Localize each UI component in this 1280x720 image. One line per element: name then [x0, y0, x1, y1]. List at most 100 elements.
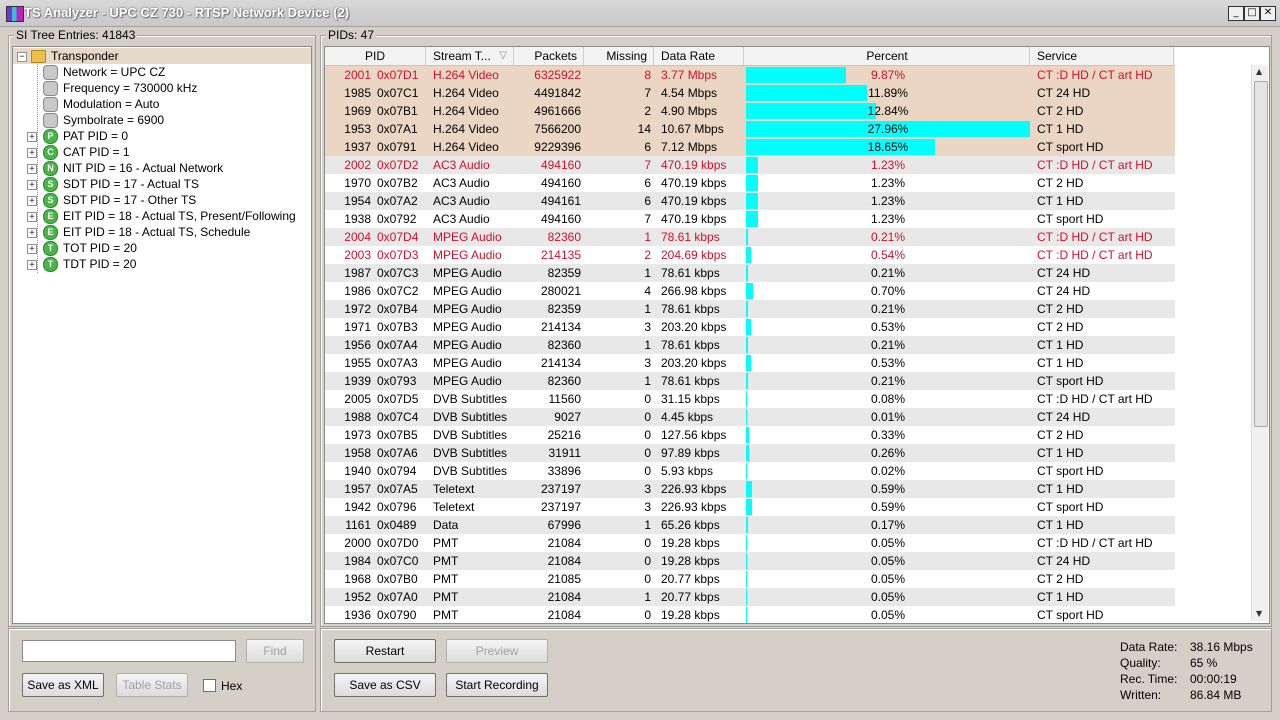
table-row[interactable]: 1969 0x07B1 H.264 Video 4961666 2 4.90 Mbps 12… — [325, 102, 1175, 120]
packets-cell: 21084 — [547, 554, 581, 568]
service-cell: CT 2 HD — [1037, 302, 1084, 316]
expand-toggle-icon[interactable]: + — [27, 132, 37, 142]
tree-node[interactable]: Frequency = 730000 kHz — [13, 80, 311, 96]
data-rate-cell: 78.61 kbps — [661, 338, 720, 352]
restart-button[interactable]: Restart — [334, 639, 436, 663]
table-row[interactable]: 1161 0x0489 Data 67996 1 65.26 kbps 0.17% CT 1 … — [325, 516, 1175, 534]
tree-node[interactable]: + T TOT PID = 20 — [13, 240, 311, 256]
table-row[interactable]: 1952 0x07A0 PMT 21084 1 20.77 kbps 0.05% CT 1 H… — [325, 588, 1175, 606]
column-header-service[interactable]: Service — [1031, 47, 1174, 65]
pid-cell: 1984 — [344, 554, 371, 568]
table-row[interactable]: 2002 0x07D2 AC3 Audio 494160 7 470.19 kbps 1.2… — [325, 156, 1175, 174]
expand-toggle-icon[interactable]: + — [27, 244, 37, 254]
column-header-missing[interactable]: Missing — [585, 47, 654, 65]
table-row[interactable]: 1984 0x07C0 PMT 21084 0 19.28 kbps 0.05% CT 24 … — [325, 552, 1175, 570]
search-input[interactable] — [22, 640, 236, 662]
service-cell: CT 1 HD — [1037, 482, 1084, 496]
table-row[interactable]: 2001 0x07D1 H.264 Video 6325922 8 3.77 Mbps 9.… — [325, 66, 1175, 84]
packets-cell: 494160 — [540, 176, 581, 190]
tree-node[interactable]: + S SDT PID = 17 - Other TS — [13, 192, 311, 208]
table-row[interactable]: 1987 0x07C3 MPEG Audio 82359 1 78.61 kbps 0.21… — [325, 264, 1175, 282]
column-header-percent[interactable]: Percent — [745, 47, 1030, 65]
maximize-button[interactable]: □ — [1244, 6, 1260, 21]
table-row[interactable]: 2000 0x07D0 PMT 21084 0 19.28 kbps 0.05% CT :D … — [325, 534, 1175, 552]
tree-node[interactable]: + E EIT PID = 18 - Actual TS, Schedule — [13, 224, 311, 240]
preview-button[interactable]: Preview — [446, 639, 548, 663]
data-rate-cell: 20.77 kbps — [661, 572, 720, 586]
column-header-packets[interactable]: Packets — [515, 47, 584, 65]
tree-node[interactable]: + C CAT PID = 1 — [13, 144, 311, 160]
expand-toggle-icon[interactable]: + — [27, 164, 37, 174]
expand-toggle-icon[interactable]: + — [27, 180, 37, 190]
table-row[interactable]: 1973 0x07B5 DVB Subtitles 25216 0 127.56 kbps… — [325, 426, 1175, 444]
table-row[interactable]: 1956 0x07A4 MPEG Audio 82360 1 78.61 kbps 0.21… — [325, 336, 1175, 354]
tree-node[interactable]: + T TDT PID = 20 — [13, 256, 311, 272]
tree-node[interactable]: + N NIT PID = 16 - Actual Network — [13, 160, 311, 176]
stream-type-cell: DVB Subtitles — [433, 392, 508, 406]
tree-node[interactable]: + E EIT PID = 18 - Actual TS, Present/Foll… — [13, 208, 311, 224]
column-header-pid[interactable]: PID — [325, 47, 426, 65]
tree-node[interactable]: Network = UPC CZ — [13, 64, 311, 80]
table-row[interactable]: 1939 0x0793 MPEG Audio 82360 1 78.61 kbps 0.21… — [325, 372, 1175, 390]
pid-table[interactable]: PID Stream T... ▽ Packets Missing Data Rate P… — [324, 46, 1270, 624]
tree-node[interactable]: Modulation = Auto — [13, 96, 311, 112]
si-tree[interactable]: − Transponder Network = UPC CZ Frequency = … — [12, 46, 312, 624]
data-rate-cell: 266.98 kbps — [661, 284, 727, 298]
tree-node[interactable]: Symbolrate = 6900 — [13, 112, 311, 128]
packets-cell: 214135 — [540, 248, 581, 262]
column-header-data-rate[interactable]: Data Rate — [655, 47, 744, 65]
table-row[interactable]: 1937 0x0791 H.264 Video 9229396 6 7.12 Mbps 18… — [325, 138, 1175, 156]
table-row[interactable]: 1957 0x07A5 Teletext 237197 3 226.93 kbps 0.59… — [325, 480, 1175, 498]
hex-checkbox[interactable] — [203, 679, 216, 692]
table-row[interactable]: 1988 0x07C4 DVB Subtitles 9027 0 4.45 kbps 0.0… — [325, 408, 1175, 426]
scroll-thumb[interactable] — [1254, 81, 1268, 427]
pid-cell: 1973 — [344, 428, 371, 442]
expand-toggle-icon[interactable]: − — [17, 52, 27, 62]
missing-cell: 0 — [644, 572, 651, 586]
table-row[interactable]: 1972 0x07B4 MPEG Audio 82359 1 78.61 kbps 0.21… — [325, 300, 1175, 318]
table-row[interactable]: 1940 0x0794 DVB Subtitles 33896 0 5.93 kbps 0.… — [325, 462, 1175, 480]
table-row[interactable]: 1954 0x07A2 AC3 Audio 494161 6 470.19 kbps 1.2… — [325, 192, 1175, 210]
scroll-down-icon[interactable]: ▼ — [1256, 609, 1262, 618]
minimize-button[interactable]: _ — [1228, 6, 1244, 21]
table-row[interactable]: 2003 0x07D3 MPEG Audio 214135 2 204.69 kbps 0.… — [325, 246, 1175, 264]
table-stats-button[interactable]: Table Stats — [116, 673, 188, 697]
tree-node-label: NIT PID = 16 - Actual Network — [63, 161, 224, 175]
tree-node[interactable]: − Transponder — [13, 48, 311, 64]
tree-node[interactable]: + P PAT PID = 0 — [13, 128, 311, 144]
table-row[interactable]: 1985 0x07C1 H.264 Video 4491842 7 4.54 Mbps 11… — [325, 84, 1175, 102]
pid-cell: 1987 — [344, 266, 371, 280]
table-row[interactable]: 1970 0x07B2 AC3 Audio 494160 6 470.19 kbps 1.2… — [325, 174, 1175, 192]
find-button[interactable]: Find — [246, 639, 304, 663]
expand-toggle-icon[interactable]: + — [27, 228, 37, 238]
expand-toggle-icon[interactable]: + — [27, 260, 37, 270]
tree-node[interactable]: + S SDT PID = 17 - Actual TS — [13, 176, 311, 192]
table-row[interactable]: 1936 0x0790 PMT 21084 0 19.28 kbps 0.05% CT spo… — [325, 606, 1175, 623]
scroll-up-icon[interactable]: ▲ — [1256, 67, 1262, 76]
expand-toggle-icon[interactable]: + — [27, 212, 37, 222]
table-row[interactable]: 1942 0x0796 Teletext 237197 3 226.93 kbps 0.59… — [325, 498, 1175, 516]
pid-hex-cell: 0x07C0 — [377, 554, 419, 568]
start-recording-button[interactable]: Start Recording — [446, 673, 548, 697]
save-xml-button[interactable]: Save as XML — [22, 673, 104, 697]
save-csv-button[interactable]: Save as CSV — [334, 673, 436, 697]
table-row[interactable]: 1955 0x07A3 MPEG Audio 214134 3 203.20 kbps 0.… — [325, 354, 1175, 372]
table-row[interactable]: 1968 0x07B0 PMT 21085 0 20.77 kbps 0.05% CT 2 H… — [325, 570, 1175, 588]
missing-cell: 3 — [644, 482, 651, 496]
percent-cell: 11.89% — [868, 86, 908, 100]
service-cell: CT 1 HD — [1037, 338, 1084, 352]
expand-toggle-icon[interactable]: + — [27, 196, 37, 206]
table-row[interactable]: 1971 0x07B3 MPEG Audio 214134 3 203.20 kbps 0.… — [325, 318, 1175, 336]
missing-cell: 1 — [644, 230, 651, 244]
expand-toggle-icon[interactable]: + — [27, 148, 37, 158]
table-row[interactable]: 1958 0x07A6 DVB Subtitles 31911 0 97.89 kbps 0… — [325, 444, 1175, 462]
pid-hex-cell: 0x07D0 — [377, 536, 419, 550]
vertical-scrollbar[interactable]: ▲ ▼ — [1251, 65, 1268, 621]
table-row[interactable]: 1938 0x0792 AC3 Audio 494160 7 470.19 kbps 1.2… — [325, 210, 1175, 228]
column-header-stream-type[interactable]: Stream T... ▽ — [427, 47, 514, 65]
table-row[interactable]: 2005 0x07D5 DVB Subtitles 11560 0 31.15 kbps 0… — [325, 390, 1175, 408]
table-row[interactable]: 1953 0x07A1 H.264 Video 7566200 14 10.67 Mbps… — [325, 120, 1175, 138]
table-row[interactable]: 2004 0x07D4 MPEG Audio 82360 1 78.61 kbps 0.21… — [325, 228, 1175, 246]
close-button[interactable]: ✕ — [1260, 6, 1276, 21]
table-row[interactable]: 1986 0x07C2 MPEG Audio 280021 4 266.98 kbps 0.… — [325, 282, 1175, 300]
